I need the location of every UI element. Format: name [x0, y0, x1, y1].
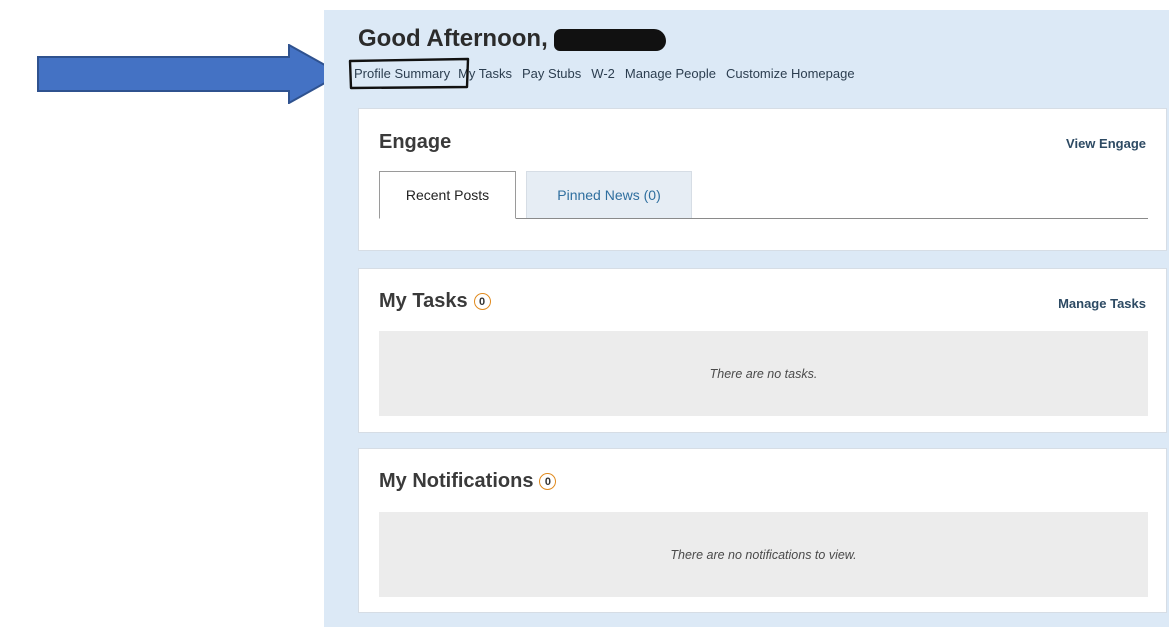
engage-card: Engage View Engage Recent Posts Pinned N…: [358, 108, 1167, 251]
engage-title: Engage: [379, 131, 452, 153]
my-tasks-card: My Tasks 0 Manage Tasks There are no tas…: [358, 268, 1167, 433]
tasks-empty-state: There are no tasks.: [379, 331, 1148, 416]
nav-customize-homepage[interactable]: Customize Homepage: [726, 66, 855, 81]
right-arrow-icon: [37, 44, 343, 104]
my-notifications-title-text: My Notifications: [379, 470, 534, 492]
my-tasks-title: My Tasks 0: [379, 290, 491, 313]
notifications-count-badge: 0: [539, 473, 557, 490]
my-notifications-card: My Notifications 0 There are no notifica…: [358, 448, 1167, 613]
nav-profile-summary-label: Profile Summary: [354, 65, 451, 81]
view-engage-link[interactable]: View Engage: [1066, 136, 1146, 151]
tab-recent-posts[interactable]: Recent Posts: [379, 171, 516, 219]
greeting-heading: Good Afternoon,: [358, 24, 666, 54]
tasks-empty-text: There are no tasks.: [709, 366, 818, 381]
screenshot-canvas: Good Afternoon, Profile Summary My Tasks…: [0, 0, 1169, 627]
manage-tasks-link[interactable]: Manage Tasks: [1058, 296, 1146, 311]
quick-links-nav: Profile Summary My Tasks Pay Stubs W-2 M…: [348, 57, 865, 89]
nav-my-tasks[interactable]: My Tasks: [458, 66, 512, 81]
engage-tabs: Recent Posts Pinned News (0): [379, 171, 1148, 219]
nav-pay-stubs[interactable]: Pay Stubs: [522, 66, 581, 81]
nav-manage-people[interactable]: Manage People: [625, 66, 716, 81]
notifications-empty-state: There are no notifications to view.: [379, 512, 1148, 597]
tab-pinned-news[interactable]: Pinned News (0): [526, 171, 692, 218]
redacted-name: [553, 29, 666, 51]
my-notifications-title: My Notifications 0: [379, 470, 557, 493]
notifications-empty-text: There are no notifications to view.: [670, 547, 857, 562]
tasks-count-badge: 0: [473, 293, 491, 310]
my-tasks-title-text: My Tasks: [379, 290, 468, 312]
nav-profile-summary[interactable]: Profile Summary: [348, 57, 470, 89]
greeting-text: Good Afternoon,: [358, 25, 548, 52]
nav-w2[interactable]: W-2: [591, 66, 615, 81]
